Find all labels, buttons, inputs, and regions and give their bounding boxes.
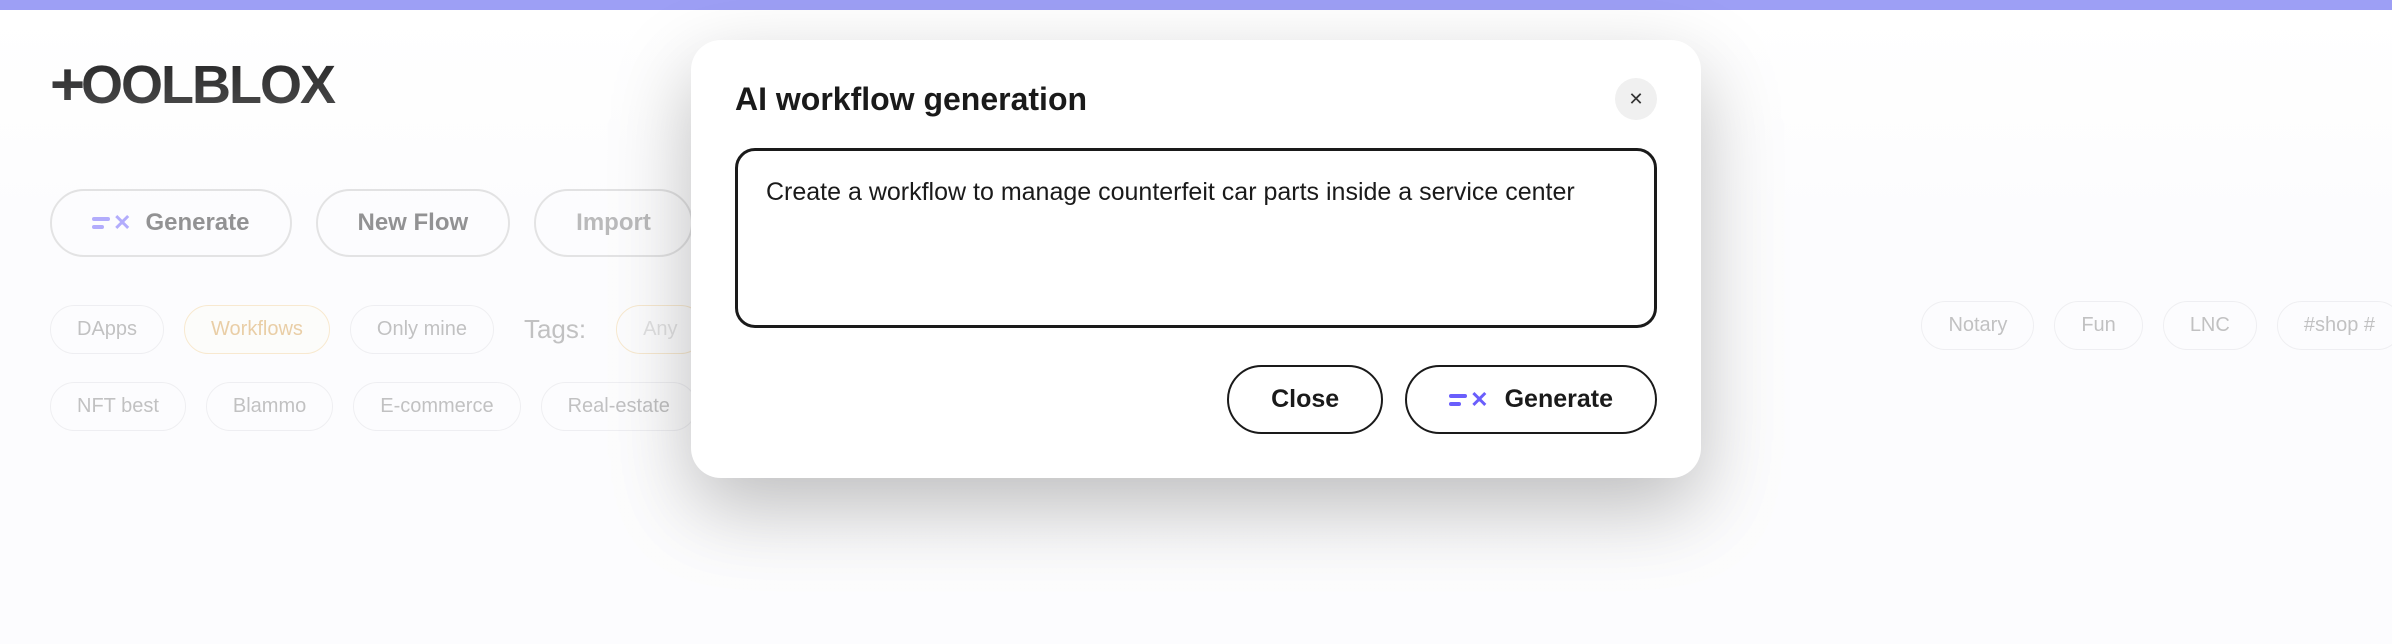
tag-real-estate[interactable]: Real-estate — [541, 382, 697, 431]
close-icon: ✕ — [1628, 89, 1643, 110]
tag-shop[interactable]: #shop # — [2277, 301, 2392, 350]
generate-icon: ✕ — [1449, 389, 1488, 411]
brand-text: OOLBLOX — [81, 54, 334, 116]
filter-only-mine[interactable]: Only mine — [350, 305, 494, 354]
modal-generate-label: Generate — [1505, 385, 1613, 414]
generate-icon: ✕ — [92, 212, 131, 234]
tag-blammo[interactable]: Blammo — [206, 382, 333, 431]
tags-label: Tags: — [524, 314, 586, 345]
ai-workflow-modal: AI workflow generation ✕ Close ✕ Generat… — [691, 40, 1701, 478]
new-flow-button[interactable]: New Flow — [316, 189, 511, 257]
import-button[interactable]: Import — [534, 189, 693, 257]
modal-actions: Close ✕ Generate — [735, 365, 1657, 434]
close-icon-button[interactable]: ✕ — [1615, 78, 1657, 120]
modal-close-button[interactable]: Close — [1227, 365, 1383, 434]
tag-lnc[interactable]: LNC — [2163, 301, 2257, 350]
top-accent-bar — [0, 0, 2392, 10]
filter-dapps[interactable]: DApps — [50, 305, 164, 354]
tag-notary[interactable]: Notary — [1921, 301, 2034, 350]
modal-title: AI workflow generation — [735, 81, 1087, 118]
workflow-prompt-input[interactable] — [735, 148, 1657, 328]
import-label: Import — [576, 209, 651, 237]
plus-icon: + — [50, 50, 83, 119]
right-tag-chips: Notary Fun LNC #shop # — [1921, 301, 2342, 350]
new-flow-label: New Flow — [358, 209, 469, 237]
modal-generate-button[interactable]: ✕ Generate — [1405, 365, 1657, 434]
modal-close-label: Close — [1271, 385, 1339, 414]
tag-ecommerce[interactable]: E-commerce — [353, 382, 520, 431]
tag-fun[interactable]: Fun — [2054, 301, 2142, 350]
generate-button[interactable]: ✕ Generate — [50, 189, 292, 257]
generate-button-label: Generate — [145, 209, 249, 237]
filter-workflows[interactable]: Workflows — [184, 305, 330, 354]
modal-header: AI workflow generation ✕ — [735, 78, 1657, 120]
tag-nft-best[interactable]: NFT best — [50, 382, 186, 431]
modal-panel: AI workflow generation ✕ Close ✕ Generat… — [691, 40, 1701, 478]
